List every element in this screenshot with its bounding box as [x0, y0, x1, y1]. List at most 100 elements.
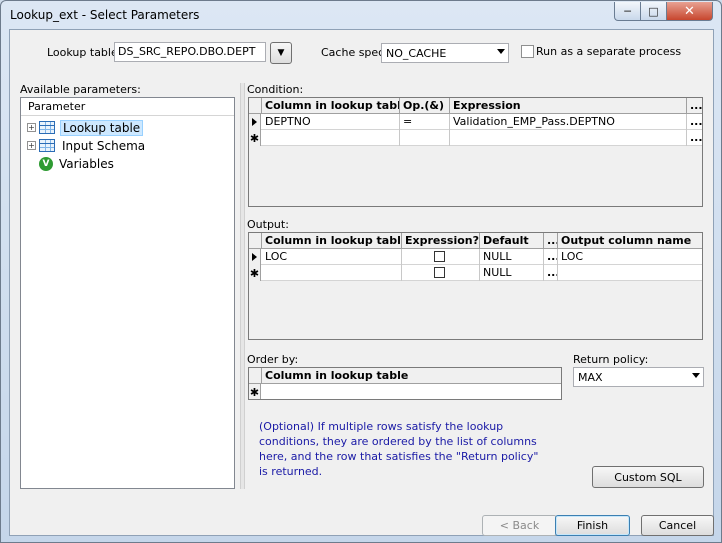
dialog-body: Lookup table: DS_SRC_REPO.DBO.DEPT ▼ Cac…: [9, 29, 714, 536]
condition-expr-header: Expression: [450, 98, 687, 114]
new-row-icon: ✱: [249, 131, 260, 145]
tree-item-input-schema[interactable]: + Input Schema: [27, 137, 147, 154]
output-default-header: Default: [480, 233, 544, 249]
output-default-cell[interactable]: NULL: [480, 265, 544, 281]
order-by-col-cell[interactable]: [262, 384, 561, 399]
tree-item-lookup-table[interactable]: + Lookup table: [27, 119, 144, 136]
separate-process-label: Run as a separate process: [536, 45, 682, 58]
chevron-down-icon: [692, 373, 700, 378]
current-row-marker: [249, 114, 261, 130]
output-ellipsis-button[interactable]: ...: [544, 265, 558, 281]
output-col-cell[interactable]: LOC: [262, 249, 402, 265]
vertical-splitter[interactable]: [240, 83, 245, 489]
cache-spec-select[interactable]: NO_CACHE: [381, 43, 509, 63]
output-default-cell[interactable]: NULL: [480, 249, 544, 265]
table-row[interactable]: ✱: [249, 384, 561, 399]
expression-checkbox[interactable]: [434, 251, 445, 262]
new-row-marker: ✱: [249, 384, 261, 399]
new-row-icon: ✱: [249, 385, 260, 399]
back-button[interactable]: < Back: [482, 515, 557, 536]
variable-icon: V: [39, 156, 53, 171]
close-icon: ✕: [684, 3, 695, 19]
table-row[interactable]: ✱ ...: [249, 130, 702, 146]
finish-button[interactable]: Finish: [555, 515, 630, 536]
close-button[interactable]: ✕: [666, 2, 713, 21]
parameter-header: Parameter: [21, 98, 234, 116]
minimize-icon: ─: [624, 4, 631, 18]
output-ellipsis-header: ...: [544, 233, 558, 249]
dialog-window: Lookup_ext - Select Parameters ─ □ ✕ Loo…: [0, 0, 722, 543]
cache-spec-value: NO_CACHE: [386, 47, 447, 60]
output-name-cell[interactable]: [558, 265, 702, 281]
output-name-cell[interactable]: LOC: [558, 249, 702, 265]
new-row-marker: ✱: [249, 130, 261, 146]
expression-checkbox[interactable]: [434, 267, 445, 278]
return-policy-value: MAX: [578, 371, 603, 384]
parameter-tree[interactable]: Parameter + Lookup table + Input Schema …: [20, 97, 235, 489]
expand-icon[interactable]: +: [27, 141, 36, 150]
tree-item-label: Input Schema: [62, 138, 146, 153]
table-row[interactable]: ✱ NULL ...: [249, 265, 702, 281]
row-header-corner: [249, 98, 262, 114]
condition-op-cell[interactable]: =: [400, 114, 450, 130]
condition-op-header: Op.(&): [400, 98, 450, 114]
cancel-button[interactable]: Cancel: [641, 515, 714, 536]
cache-spec-label: Cache spec:: [321, 46, 388, 59]
custom-sql-button[interactable]: Custom SQL: [592, 466, 704, 488]
table-row[interactable]: LOC NULL ... LOC: [249, 249, 702, 265]
tree-item-label: Lookup table: [60, 119, 144, 136]
order-by-label: Order by:: [247, 353, 299, 366]
row-header-corner: [249, 368, 262, 384]
window-title: Lookup_ext - Select Parameters: [10, 8, 200, 22]
table-row[interactable]: DEPTNO = Validation_EMP_Pass.DEPTNO ...: [249, 114, 702, 130]
condition-ellipsis-button[interactable]: ...: [687, 130, 702, 146]
order-by-header-row: Column in lookup table: [249, 368, 561, 384]
condition-label: Condition:: [247, 83, 304, 96]
chevron-down-icon: [497, 49, 505, 54]
available-parameters-label: Available parameters:: [20, 83, 141, 96]
output-label: Output:: [247, 218, 289, 231]
current-row-icon: [252, 118, 257, 126]
lookup-table-dropdown-button[interactable]: ▼: [270, 42, 292, 64]
current-row-icon: [252, 253, 257, 261]
condition-col-cell[interactable]: [262, 130, 400, 146]
tree-item-variables[interactable]: V Variables: [39, 155, 114, 172]
return-policy-label: Return policy:: [573, 353, 649, 366]
new-row-icon: ✱: [249, 266, 260, 280]
new-row-marker: ✱: [249, 265, 261, 281]
output-col-header: Column in lookup table: [262, 233, 402, 249]
minimize-button[interactable]: ─: [614, 2, 641, 21]
maximize-icon: □: [648, 4, 659, 18]
condition-grid[interactable]: Column in lookup table Op.(&) Expression…: [248, 97, 703, 207]
order-by-col-header: Column in lookup table: [265, 369, 409, 382]
output-expression-cell: [402, 249, 480, 265]
output-col-cell[interactable]: [262, 265, 402, 281]
order-by-note: (Optional) If multiple rows satisfy the …: [259, 420, 539, 478]
lookup-table-label: Lookup table:: [47, 46, 122, 59]
condition-op-cell[interactable]: [400, 130, 450, 146]
tree-item-label: Variables: [59, 156, 114, 171]
table-icon: [39, 139, 55, 152]
return-policy-select[interactable]: MAX: [573, 367, 704, 387]
lookup-table-field[interactable]: DS_SRC_REPO.DBO.DEPT: [114, 42, 266, 62]
condition-col-cell[interactable]: DEPTNO: [262, 114, 400, 130]
maximize-button[interactable]: □: [640, 2, 667, 21]
condition-ellipsis-button[interactable]: ...: [687, 114, 702, 130]
condition-expr-cell[interactable]: [450, 130, 687, 146]
chevron-down-icon: ▼: [277, 48, 285, 58]
current-row-marker: [249, 249, 261, 265]
condition-ellipsis-header: ...: [690, 99, 703, 112]
output-ellipsis-button[interactable]: ...: [544, 249, 558, 265]
output-header-row: Column in lookup table Expression? Defau…: [249, 233, 702, 249]
separate-process-checkbox[interactable]: [521, 45, 534, 58]
output-grid[interactable]: Column in lookup table Expression? Defau…: [248, 232, 703, 340]
condition-expr-cell[interactable]: Validation_EMP_Pass.DEPTNO: [450, 114, 687, 130]
order-by-grid[interactable]: Column in lookup table ✱: [248, 367, 562, 400]
expand-icon[interactable]: +: [27, 123, 36, 132]
condition-header-row: Column in lookup table Op.(&) Expression…: [249, 98, 703, 114]
title-bar[interactable]: Lookup_ext - Select Parameters ─ □ ✕: [1, 1, 721, 29]
output-expression-cell: [402, 265, 480, 281]
output-name-header: Output column name: [561, 234, 692, 247]
row-header-corner: [249, 233, 262, 249]
table-icon: [39, 121, 55, 134]
